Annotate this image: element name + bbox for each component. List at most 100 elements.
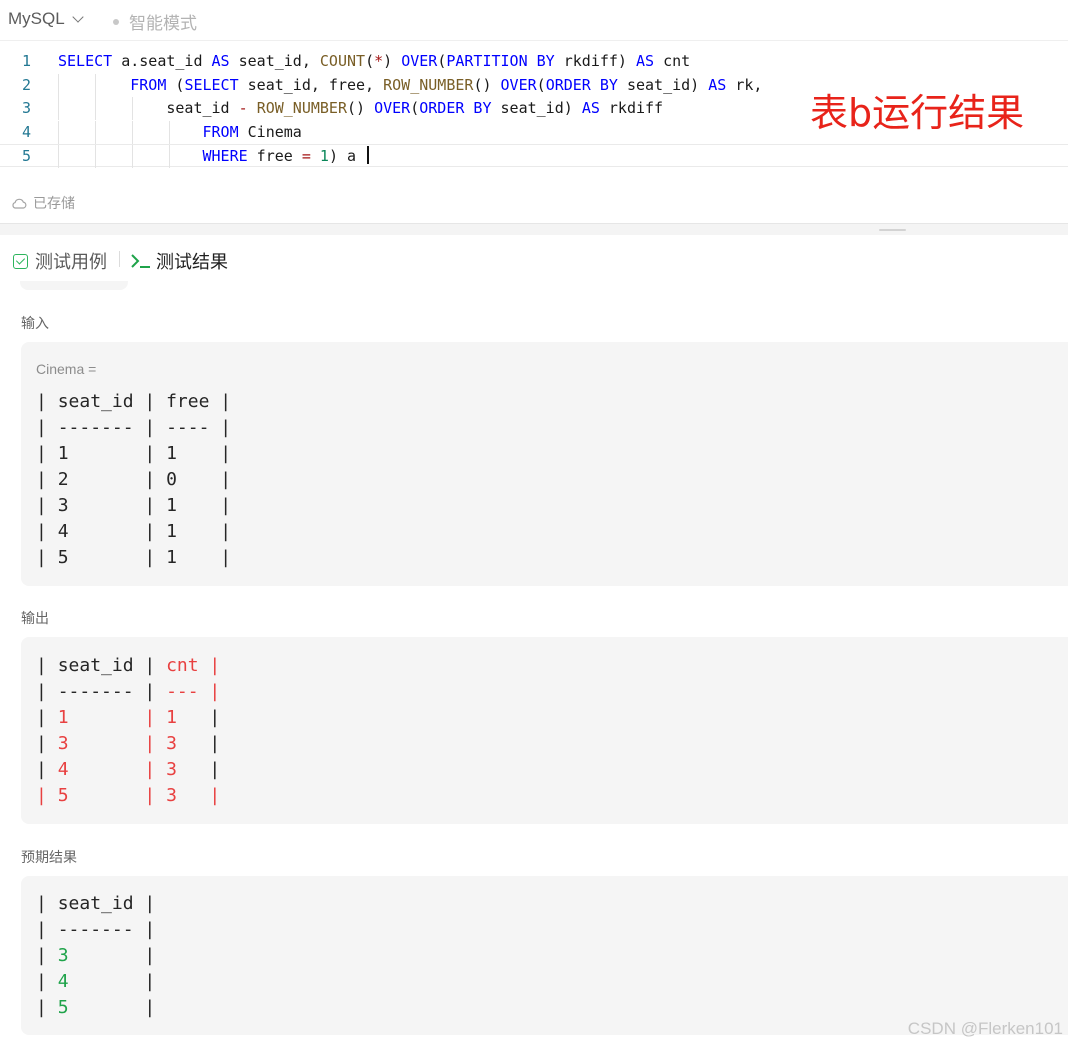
expected-table: | seat_id | | ------- | | 3 | | 4 | | 5 … (36, 891, 166, 1021)
table-cell: 3 (57, 495, 134, 516)
table-header-row: | seat_id | free | (36, 389, 242, 415)
line-number: 5 (22, 147, 32, 165)
table-cell: 3 (166, 759, 199, 780)
table-row: | 5 | (36, 995, 166, 1021)
table-header-cell: seat_id (57, 391, 134, 412)
table-border: | (36, 443, 58, 464)
save-status-label: 已存储 (33, 195, 75, 211)
table-border: | (36, 785, 58, 806)
mode-label: 智能模式 (129, 14, 197, 33)
table-border: | (36, 919, 58, 940)
table-row: | 1 | 1 | (36, 441, 242, 467)
watermark: CSDN @Flerken101 (907, 1019, 1063, 1038)
table-cell: 1 (166, 521, 210, 542)
cloud-icon (12, 198, 27, 209)
table-cell: 1 (166, 707, 199, 728)
table-border: | (209, 521, 242, 542)
table-border: | (133, 391, 167, 412)
smart-mode-toggle[interactable]: 智能模式 (113, 9, 197, 34)
scrolled-item-remnant (20, 281, 128, 290)
code-text[interactable]: seat_id - ROW_NUMBER() OVER(ORDER BY sea… (58, 97, 663, 120)
input-box: Cinema = | seat_id | free | | ------- | … (21, 342, 1068, 586)
table-border: | (36, 391, 58, 412)
table-border: | (209, 417, 242, 438)
table-border: | (36, 655, 58, 676)
code-text[interactable]: SELECT a.seat_id AS seat_id, COUNT(*) OV… (58, 50, 690, 73)
tab-test-results[interactable]: 测试结果 (130, 248, 228, 274)
table-border: | (36, 521, 58, 542)
table-header-cell: seat_id (57, 893, 134, 914)
table-border: | (133, 997, 167, 1018)
table-row: | 3 | (36, 943, 166, 969)
table-cell: 3 (57, 945, 134, 966)
table-separator: ------- (57, 919, 134, 940)
table-border: | (133, 417, 167, 438)
table-border: | (133, 971, 167, 992)
table-row: | 3 | 1 | (36, 493, 242, 519)
table-row: | 2 | 0 | (36, 467, 242, 493)
table-separator-row: | ------- | --- | (36, 679, 231, 705)
language-label: MySQL (8, 9, 65, 28)
table-border: | (36, 971, 58, 992)
input-table: | seat_id | free | | ------- | ---- | | … (36, 389, 242, 571)
code-text[interactable]: FROM (SELECT seat_id, free, ROW_NUMBER()… (58, 74, 762, 97)
table-cell: 0 (166, 469, 210, 490)
text-caret (367, 146, 370, 164)
table-header-row: | seat_id | cnt | (36, 653, 231, 679)
table-header-cell: cnt (166, 655, 199, 676)
table-cell: 3 (166, 785, 199, 806)
annotation-text: 表b运行结果 (810, 91, 1025, 135)
tab-test-cases[interactable]: 测试用例 (13, 248, 107, 274)
table-border: | (133, 469, 167, 490)
language-selector[interactable]: MySQL (8, 9, 84, 29)
input-caption: Cinema = (36, 361, 97, 377)
table-cell: 3 (166, 733, 199, 754)
input-label: 输入 (21, 315, 49, 331)
panel-splitter[interactable] (0, 223, 1068, 235)
table-separator: ---- (166, 417, 210, 438)
table-row: | 4 | 3 | (36, 757, 231, 783)
table-border: | (133, 945, 167, 966)
table-border: | (198, 681, 232, 702)
table-border: | (36, 945, 58, 966)
table-cell: 1 (166, 443, 210, 464)
table-border: | (36, 893, 58, 914)
save-status: 已存储 (11, 193, 75, 213)
table-border: | (209, 469, 242, 490)
table-cell: 1 (57, 443, 134, 464)
table-border: | (209, 443, 242, 464)
table-border: | (36, 495, 58, 516)
table-border: | (133, 785, 167, 806)
chevron-down-icon (72, 10, 84, 23)
table-row: | 5 | 1 | (36, 545, 242, 571)
code-line[interactable]: 5 WHERE free = 1) a (0, 144, 1068, 168)
table-header-cell: seat_id (57, 655, 134, 676)
expected-label: 预期结果 (21, 849, 77, 865)
table-cell: 4 (57, 971, 134, 992)
table-cell: 1 (57, 707, 134, 728)
table-cell: 2 (57, 469, 134, 490)
table-border: | (36, 681, 58, 702)
splitter-grip[interactable] (879, 229, 906, 231)
table-row: | 3 | 3 | (36, 731, 231, 757)
results-panel[interactable]: 输入 Cinema = | seat_id | free | | -------… (0, 281, 1068, 1047)
table-cell: 3 (57, 733, 134, 754)
table-border: | (209, 495, 242, 516)
code-line[interactable]: 1 SELECT a.seat_id AS seat_id, COUNT(*) O… (0, 50, 1068, 73)
expected-box: | seat_id | | ------- | | 3 | | 4 | | 5 … (21, 876, 1068, 1035)
code-text[interactable]: FROM Cinema (58, 121, 302, 144)
table-row: | 4 | 1 | (36, 519, 242, 545)
line-number: 2 (22, 75, 32, 94)
table-border: | (36, 417, 58, 438)
table-border: | (133, 655, 167, 676)
table-border: | (133, 547, 167, 568)
line-number: 3 (22, 99, 32, 117)
table-separator-row: | ------- | ---- | (36, 415, 242, 441)
table-border: | (133, 733, 167, 754)
mode-dot-icon (113, 18, 119, 25)
table-separator: --- (166, 681, 199, 702)
code-text[interactable]: WHERE free = 1) a (58, 145, 370, 168)
terminal-icon (131, 254, 150, 268)
checkbox-icon (13, 253, 28, 269)
table-cell: 5 (57, 785, 134, 806)
